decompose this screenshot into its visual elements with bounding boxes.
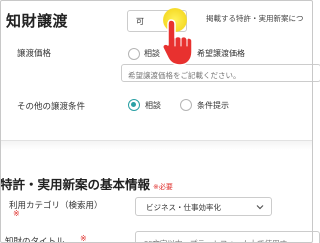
desired-price-input[interactable] — [121, 64, 320, 82]
section-divider — [0, 140, 313, 150]
section-title-transfer: 知財譲渡 — [6, 12, 69, 30]
price-option-consult-radio[interactable] — [128, 48, 140, 60]
price-option-consult-label: 相談 — [144, 49, 160, 58]
basic-info-title: 特許・実用新案の基本情報 — [0, 177, 151, 192]
transfer-hint-text: 掲載する特許・実用新案につ — [206, 14, 304, 23]
category-label: 利用カテゴリ（検索用） — [9, 201, 103, 211]
pointing-hand-icon — [162, 19, 193, 66]
ip-title-label: 知財のタイトル — [5, 237, 65, 243]
category-select-value: ビジネス・仕事効率化 — [146, 203, 221, 212]
conditions-option-consult-radio[interactable] — [128, 99, 140, 111]
chevron-down-icon — [256, 205, 264, 210]
conditions-option-present-label: 条件提示 — [197, 101, 229, 110]
price-option-desired-label: 希望譲渡価格 — [197, 49, 245, 58]
section-title-basic-info: 特許・実用新案の基本情報 ※必要 — [0, 174, 173, 193]
required-tag: ※必要 — [153, 183, 173, 191]
ip-title-input[interactable] — [135, 231, 320, 243]
transfer-availability-value: 可 — [136, 17, 144, 26]
category-required-asterisk: ※ — [13, 209, 20, 218]
conditions-option-consult-label: 相談 — [145, 101, 161, 110]
other-conditions-label: その他の譲渡条件 — [17, 102, 86, 112]
conditions-option-present-radio[interactable] — [180, 99, 192, 111]
price-label: 譲渡価格 — [17, 49, 52, 59]
category-select[interactable]: ビジネス・仕事効率化 — [135, 197, 272, 216]
ip-title-required-asterisk: ※ — [80, 234, 87, 243]
